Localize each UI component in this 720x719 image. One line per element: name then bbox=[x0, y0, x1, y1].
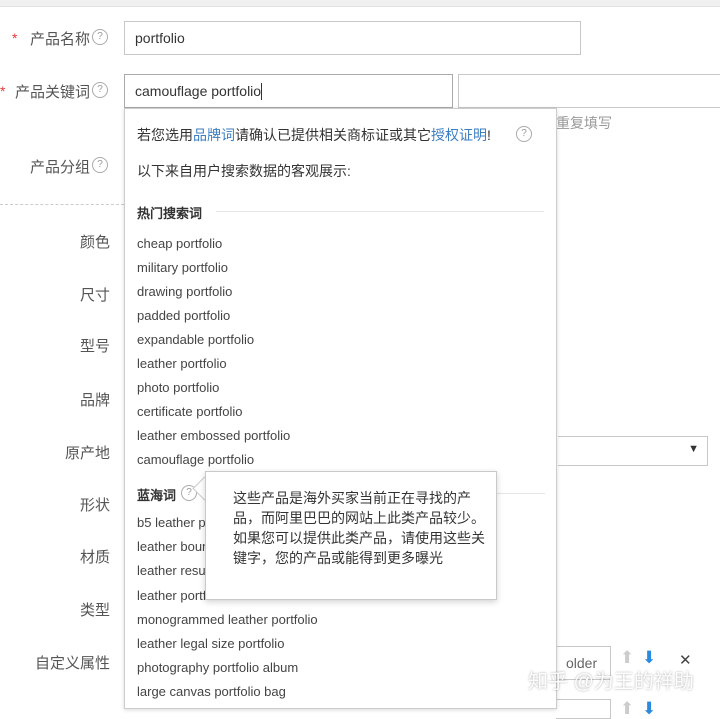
duplicate-hint: 重复填写 bbox=[556, 115, 612, 131]
required-mark: * bbox=[0, 83, 6, 99]
blue-keyword-item[interactable]: leather resur bbox=[137, 563, 210, 578]
move-up-icon[interactable]: ⬆ bbox=[620, 699, 634, 719]
blue-keyword-item[interactable]: leather portf bbox=[137, 588, 206, 603]
blue-keyword-item[interactable]: leather legal size portfolio bbox=[137, 636, 284, 651]
top-strip bbox=[0, 0, 720, 7]
brand-notice: 若您选用品牌词请确认已提供相关商标证或其它授权证明! bbox=[137, 127, 491, 143]
blue-keyword-item[interactable]: leather boun bbox=[137, 539, 209, 554]
hot-keyword-item[interactable]: cheap portfolio bbox=[137, 236, 222, 251]
attr-label-type: 类型 bbox=[79, 602, 110, 619]
hot-keyword-item[interactable]: leather embossed portfolio bbox=[137, 428, 290, 443]
watermark: 知乎 @为王的祥助 bbox=[528, 671, 694, 693]
hot-keyword-item[interactable]: padded portfolio bbox=[137, 308, 230, 323]
authorization-link[interactable]: 授权证明 bbox=[431, 127, 487, 143]
data-source-note: 以下来自用户搜索数据的客观展示: bbox=[137, 163, 351, 179]
product-name-label: 产品名称 bbox=[30, 31, 91, 48]
product-keyword-input-2[interactable] bbox=[458, 74, 720, 108]
attr-label-color: 颜色 bbox=[79, 234, 110, 251]
section-line bbox=[497, 493, 545, 494]
attr-label-shape: 形状 bbox=[79, 497, 110, 514]
brand-word-link[interactable]: 品牌词 bbox=[193, 127, 235, 143]
custom-attr-value-input-2[interactable] bbox=[556, 699, 611, 719]
product-group-label: 产品分组 bbox=[30, 159, 91, 176]
blue-keyword-item[interactable]: photography portfolio album bbox=[137, 660, 298, 675]
required-mark: * bbox=[12, 30, 18, 46]
section-line bbox=[216, 211, 544, 212]
help-icon[interactable]: ? bbox=[516, 126, 532, 142]
help-icon[interactable]: ? bbox=[92, 82, 108, 98]
blue-ocean-tooltip: 这些产品是海外买家当前正在寻找的产品，而阿里巴巴的网站上此类产品较少。如果您可以… bbox=[205, 471, 497, 600]
attr-label-size: 尺寸 bbox=[79, 287, 110, 304]
keyword-suggestion-dropdown: 若您选用品牌词请确认已提供相关商标证或其它授权证明! ? 以下来自用户搜索数据的… bbox=[124, 108, 557, 709]
hot-keyword-item[interactable]: photo portfolio bbox=[137, 380, 219, 395]
blue-keyword-item[interactable]: b5 leather po bbox=[137, 515, 213, 530]
hot-keyword-item[interactable]: expandable portfolio bbox=[137, 332, 254, 347]
move-down-icon[interactable]: ⬇ bbox=[642, 699, 656, 719]
product-name-input[interactable]: portfolio bbox=[124, 21, 581, 55]
blue-keyword-item[interactable]: large canvas portfolio bag bbox=[137, 684, 286, 699]
hot-keyword-item[interactable]: military portfolio bbox=[137, 260, 228, 275]
text-caret bbox=[261, 82, 263, 100]
section-divider bbox=[0, 204, 124, 205]
blue-ocean-title: 蓝海词 bbox=[137, 488, 177, 503]
help-icon[interactable]: ? bbox=[92, 29, 108, 45]
hot-keywords-title: 热门搜索词 bbox=[137, 206, 203, 221]
origin-select[interactable]: ▼ bbox=[558, 436, 708, 466]
hot-keyword-item[interactable]: certificate portfolio bbox=[137, 404, 243, 419]
help-icon[interactable]: ? bbox=[92, 157, 108, 173]
product-keyword-label: 产品关键词 bbox=[15, 84, 91, 101]
attr-label-custom: 自定义属性 bbox=[34, 655, 110, 672]
product-keyword-input[interactable]: camouflage portfolio bbox=[124, 74, 453, 108]
hot-keyword-item[interactable]: leather portfolio bbox=[137, 356, 227, 371]
chevron-down-icon: ▼ bbox=[688, 443, 699, 455]
hot-keyword-item[interactable]: drawing portfolio bbox=[137, 284, 232, 299]
blue-keyword-item[interactable]: monogrammed leather portfolio bbox=[137, 612, 318, 627]
attr-label-origin: 原产地 bbox=[64, 445, 110, 462]
product-keyword-value: camouflage portfolio bbox=[135, 83, 262, 99]
hot-keyword-item[interactable]: camouflage portfolio bbox=[137, 452, 254, 467]
attr-label-brand: 品牌 bbox=[79, 392, 110, 409]
attr-label-model: 型号 bbox=[79, 338, 110, 355]
attr-label-material: 材质 bbox=[79, 549, 110, 566]
